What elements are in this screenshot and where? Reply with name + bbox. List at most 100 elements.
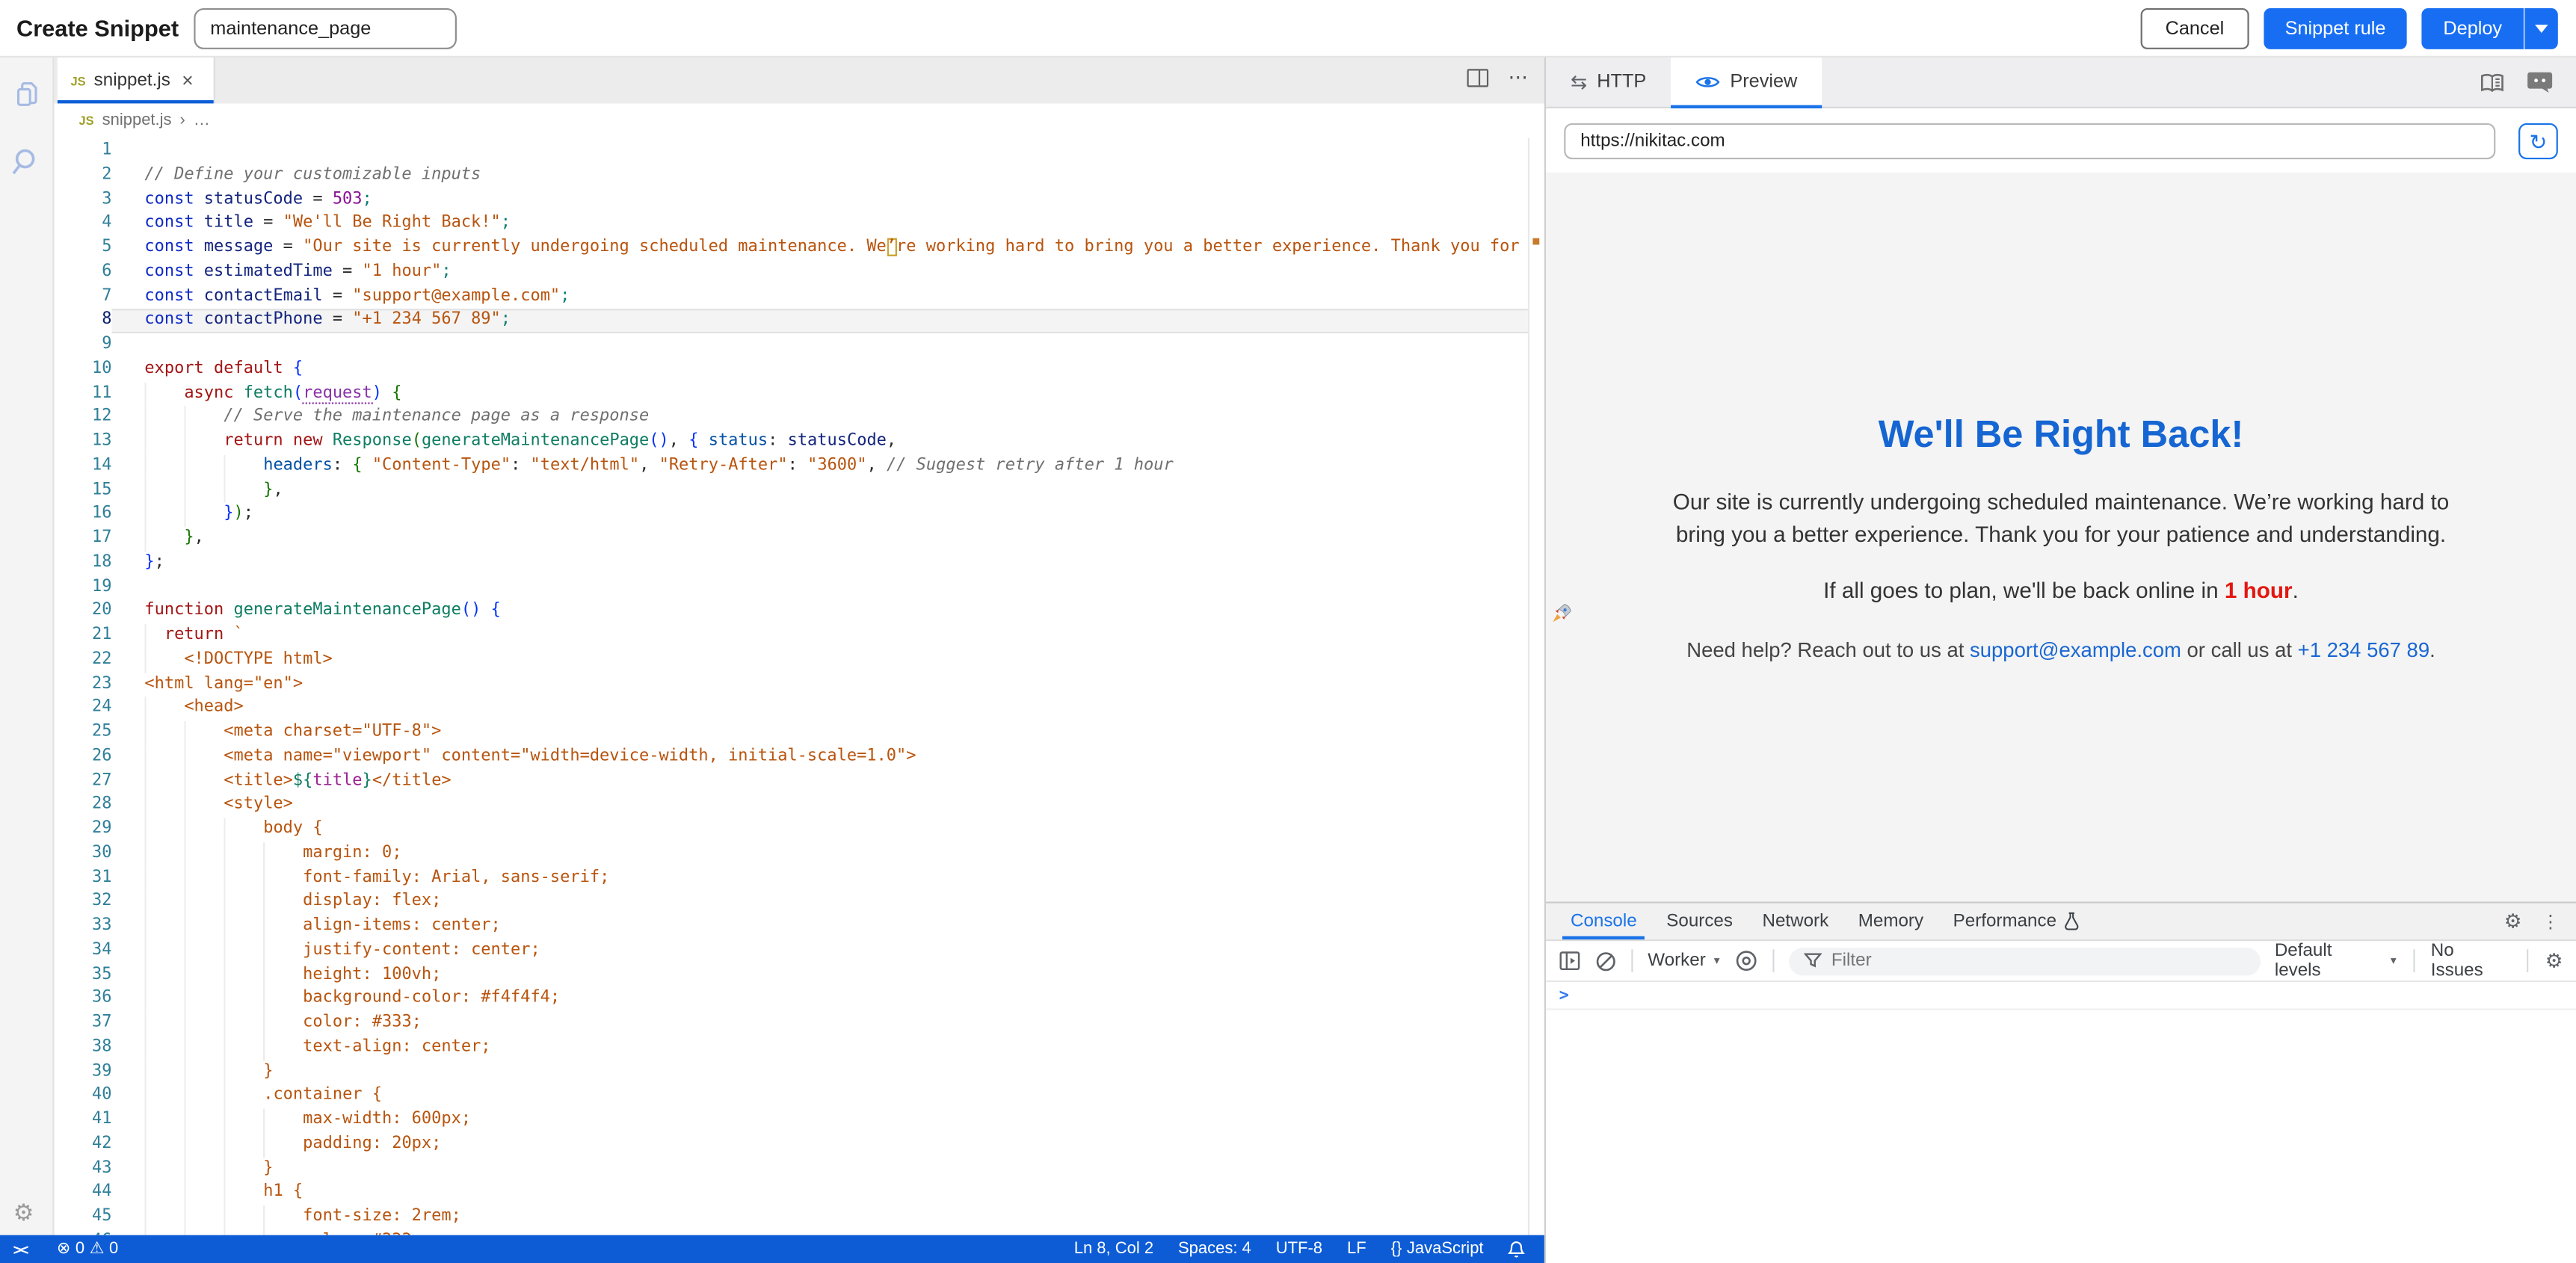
snippet-name-input[interactable] (194, 8, 457, 49)
eol-setting[interactable]: LF (1347, 1240, 1366, 1258)
code-line[interactable]: 21return ` (55, 624, 1544, 648)
notifications-bell-icon[interactable] (1508, 1240, 1524, 1258)
code-line[interactable]: 28<style> (55, 794, 1544, 818)
indentation-setting[interactable]: Spaces: 4 (1178, 1240, 1251, 1258)
code-line[interactable]: 17}, (55, 527, 1544, 551)
breadcrumb-file[interactable]: snippet.js (102, 111, 172, 129)
code-line[interactable]: 39} (55, 1060, 1544, 1084)
code-line[interactable]: 25<meta charset="UTF-8"> (55, 721, 1544, 745)
language-mode[interactable]: {} JavaScript (1391, 1240, 1484, 1258)
code-line[interactable]: 11async fetch(request) { (55, 382, 1544, 406)
code-line[interactable]: 5const message = "Our site is currently … (55, 236, 1544, 260)
filter-input[interactable] (1831, 951, 2193, 970)
issues-counter[interactable]: No Issues (2431, 941, 2511, 981)
code-line[interactable]: 3const statusCode = 503; (55, 188, 1544, 212)
split-editor-icon[interactable] (1467, 69, 1489, 87)
devtools-settings-gear-icon[interactable]: ⚙ (2504, 912, 2522, 931)
code-line[interactable]: 13return new Response(generateMaintenanc… (55, 430, 1544, 454)
console-sidebar-toggle-icon[interactable] (1559, 951, 1581, 970)
code-line[interactable]: 18}; (55, 552, 1544, 575)
code-line[interactable]: 20function generateMaintenancePage() { (55, 600, 1544, 624)
tab-memory[interactable]: Memory (1843, 904, 1938, 939)
phone-link[interactable]: +1 234 567 89 (2298, 639, 2429, 662)
deploy-button[interactable]: Deploy (2422, 19, 2524, 38)
tab-performance[interactable]: Performance (1938, 904, 2095, 939)
code-area[interactable]: 12// Define your customizable inputs3con… (55, 138, 1544, 1235)
close-tab-icon[interactable]: × (182, 71, 193, 90)
code-line[interactable]: 40.container { (55, 1084, 1544, 1108)
code-line[interactable]: 31font-family: Arial, sans-serif; (55, 866, 1544, 890)
tab-preview[interactable]: Preview (1671, 58, 1822, 107)
code-line[interactable]: 22<!DOCTYPE html> (55, 649, 1544, 673)
remote-indicator-icon[interactable]: >< (13, 1241, 28, 1257)
code-line[interactable]: 8const contactPhone = "+1 234 567 89"; (55, 309, 1544, 333)
log-levels-dropdown[interactable]: Default levels ▾ (2275, 941, 2397, 981)
code-line[interactable]: 7const contactEmail = "support@example.c… (55, 285, 1544, 309)
console-filter-box[interactable] (1789, 947, 2260, 975)
code-line[interactable]: 12// Serve the maintenance page as a res… (55, 406, 1544, 430)
tab-snippet-js[interactable]: JS snippet.js × (58, 58, 215, 104)
code-line[interactable]: 16}); (55, 503, 1544, 527)
tab-console[interactable]: Console (1556, 904, 1651, 939)
editor-scrollbar[interactable] (1528, 138, 1544, 1235)
code-line[interactable]: 32display: flex; (55, 891, 1544, 915)
code-line[interactable]: 43} (55, 1157, 1544, 1181)
console-input-row[interactable]: > (1546, 982, 2576, 1010)
code-line[interactable]: 38text-align: center; (55, 1036, 1544, 1060)
line-number: 2 (55, 164, 112, 188)
deploy-dropdown-button[interactable] (2524, 8, 2558, 49)
code-line[interactable]: 24<head> (55, 697, 1544, 720)
code-line[interactable]: 29body { (55, 818, 1544, 842)
code-line[interactable]: 46color: #333; (55, 1230, 1544, 1235)
cancel-button[interactable]: Cancel (2141, 8, 2249, 49)
code-line[interactable]: 6const estimatedTime = "1 hour"; (55, 261, 1544, 285)
code-line[interactable]: 4const title = "We'll Be Right Back!"; (55, 212, 1544, 236)
code-line[interactable]: 14headers: { "Content-Type": "text/html"… (55, 454, 1544, 478)
code-line[interactable]: 36background-color: #f4f4f4; (55, 987, 1544, 1011)
devtools-kebab-menu-icon[interactable]: ⋮ (2542, 911, 2560, 933)
code-line[interactable]: 15}, (55, 479, 1544, 503)
code-line[interactable]: 9 (55, 333, 1544, 357)
settings-gear-icon[interactable]: ⚙ (13, 1201, 34, 1224)
code-line[interactable]: 35height: 100vh; (55, 963, 1544, 987)
deploy-split-button[interactable]: Deploy (2422, 8, 2558, 49)
encoding-setting[interactable]: UTF-8 (1276, 1240, 1322, 1258)
code-line[interactable]: 2// Define your customizable inputs (55, 164, 1544, 188)
preview-url-input[interactable] (1564, 123, 2495, 159)
refresh-button[interactable]: ↻ (2518, 123, 2558, 159)
breadcrumb-more[interactable]: … (194, 111, 210, 129)
live-expression-eye-icon[interactable] (1734, 949, 1757, 972)
code-line[interactable]: 19 (55, 575, 1544, 599)
tab-network[interactable]: Network (1748, 904, 1843, 939)
code-line[interactable]: 23<html lang="en"> (55, 673, 1544, 697)
console-settings-gear-icon[interactable]: ⚙ (2545, 951, 2563, 970)
search-icon[interactable] (11, 146, 43, 178)
docs-book-icon[interactable] (2479, 72, 2505, 93)
tab-http[interactable]: ⇆ HTTP (1546, 58, 1671, 107)
support-email-link[interactable]: support@example.com (1970, 639, 2181, 662)
code-line[interactable]: 30margin: 0; (55, 842, 1544, 866)
code-text: h1 { (111, 1182, 1544, 1205)
code-line[interactable]: 45font-size: 2rem; (55, 1205, 1544, 1229)
breadcrumb[interactable]: JS snippet.js › … (55, 103, 1544, 138)
code-line[interactable]: 41max-width: 600px; (55, 1108, 1544, 1132)
code-line[interactable]: 1 (55, 140, 1544, 164)
code-line[interactable]: 27<title>${title}</title> (55, 770, 1544, 794)
code-line[interactable]: 10export default { (55, 358, 1544, 382)
snippets-files-icon[interactable] (11, 81, 43, 112)
snippet-rule-button[interactable]: Snippet rule (2264, 8, 2407, 49)
code-line[interactable]: 33align-items: center; (55, 915, 1544, 939)
discord-icon[interactable] (2527, 71, 2553, 94)
code-line[interactable]: 26<meta name="viewport" content="width=d… (55, 745, 1544, 769)
execution-context-selector[interactable]: Worker ▾ (1648, 951, 1719, 970)
console-output[interactable]: > (1546, 982, 2576, 1263)
clear-console-icon[interactable] (1595, 950, 1617, 972)
cursor-position[interactable]: Ln 8, Col 2 (1074, 1240, 1153, 1258)
code-line[interactable]: 37color: #333; (55, 1012, 1544, 1036)
problems-status[interactable]: ⊗ 0 ⚠ 0 (57, 1240, 118, 1258)
code-line[interactable]: 42padding: 20px; (55, 1133, 1544, 1157)
tab-sources[interactable]: Sources (1651, 904, 1747, 939)
code-line[interactable]: 44h1 { (55, 1182, 1544, 1205)
more-actions-icon[interactable]: ⋯ (1508, 69, 1527, 87)
code-line[interactable]: 34justify-content: center; (55, 939, 1544, 963)
